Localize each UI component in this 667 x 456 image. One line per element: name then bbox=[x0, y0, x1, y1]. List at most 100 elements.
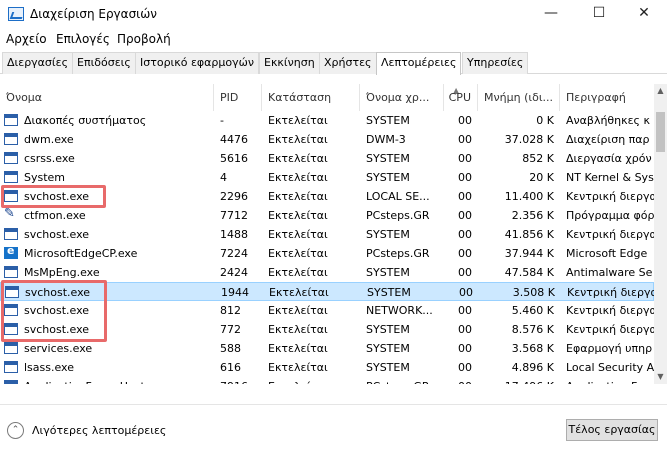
process-name: ctfmon.exe bbox=[24, 209, 86, 222]
process-status: Εκτελείται bbox=[268, 342, 328, 355]
title-bar: Διαχείριση Εργασιών — ☐ ✕ bbox=[0, 0, 667, 29]
tab-details[interactable]: Λεπτομέρειες bbox=[376, 52, 462, 75]
process-window-icon bbox=[4, 266, 18, 278]
chevron-up-icon[interactable]: ⌃ bbox=[7, 422, 24, 439]
process-cpu: 00 bbox=[458, 266, 472, 279]
table-row[interactable]: svchost.exe 1488 Εκτελείται SYSTEM 00 41.856 … bbox=[0, 225, 654, 244]
process-cpu: 00 bbox=[458, 342, 472, 355]
column-header-user[interactable]: Όνομα χρ... bbox=[360, 84, 444, 111]
process-pid: 1488 bbox=[220, 228, 248, 241]
column-header-memory[interactable]: Μνήμη (ιδι... bbox=[478, 84, 560, 111]
tab-startup[interactable]: Εκκίνηση bbox=[259, 52, 320, 74]
process-description: Κεντρική διεργα bbox=[566, 323, 654, 336]
process-memory: 41.856 K bbox=[504, 228, 554, 241]
process-description: Κεντρική διεργα bbox=[566, 304, 654, 317]
process-cpu: 00 bbox=[458, 304, 472, 317]
scroll-thumb[interactable] bbox=[656, 112, 665, 152]
process-memory: 17.496 K bbox=[478, 377, 554, 384]
process-window-icon bbox=[4, 228, 18, 240]
process-pid: 2296 bbox=[220, 190, 248, 203]
menu-options[interactable]: Επιλογές bbox=[56, 32, 110, 46]
column-header-cpu[interactable]: CPU bbox=[444, 84, 478, 111]
tab-services[interactable]: Υπηρεσίες bbox=[462, 52, 529, 74]
menu-file[interactable]: Αρχείο bbox=[6, 32, 47, 46]
menu-view[interactable]: Προβολή bbox=[117, 32, 171, 46]
column-header-name[interactable]: Όνομα bbox=[0, 84, 214, 111]
process-user: PCsteps.GR bbox=[366, 247, 430, 260]
tab-processes[interactable]: Διεργασίες bbox=[2, 52, 74, 74]
process-description: NT Kernel & Sys bbox=[566, 171, 654, 184]
process-window-icon bbox=[4, 133, 18, 145]
tab-app-history[interactable]: Ιστορικό εφαρμογών bbox=[135, 52, 260, 74]
process-status: Εκτελείται bbox=[268, 190, 328, 203]
process-status: Εκτελείται bbox=[268, 377, 358, 384]
close-button[interactable]: ✕ bbox=[621, 0, 667, 29]
process-user: PCsteps.GR bbox=[366, 209, 430, 222]
tab-users[interactable]: Χρήστες bbox=[319, 52, 377, 74]
process-description: Διαχείριση παρ bbox=[566, 133, 650, 146]
process-pid: 1944 bbox=[221, 286, 249, 299]
process-memory: 2.356 K bbox=[511, 209, 554, 222]
maximize-button[interactable]: ☐ bbox=[576, 0, 622, 29]
process-user: SYSTEM bbox=[366, 266, 410, 279]
process-window-icon bbox=[4, 342, 18, 354]
process-status: Εκτελείται bbox=[268, 323, 328, 336]
tab-performance[interactable]: Επιδόσεις bbox=[72, 52, 136, 74]
process-memory: 0 K bbox=[536, 114, 554, 127]
process-window-icon bbox=[4, 152, 18, 164]
column-header-status[interactable]: Κατάσταση bbox=[262, 84, 360, 111]
process-pid: 772 bbox=[220, 323, 241, 336]
table-row[interactable]: lsass.exe 616 Εκτελείται SYSTEM 00 4.896 K Loc… bbox=[0, 358, 654, 377]
scroll-up-icon[interactable]: ▲ bbox=[654, 84, 667, 98]
scroll-down-icon[interactable]: ▼ bbox=[654, 370, 667, 384]
process-description: Πρόγραμμα φόρ bbox=[566, 209, 654, 222]
minimize-button[interactable]: — bbox=[528, 0, 574, 29]
process-user: SYSTEM bbox=[366, 152, 410, 165]
table-row[interactable]: ApplicationFrameHost.exe 7916 Εκτελείται PC… bbox=[0, 377, 654, 384]
process-user: LOCAL SE... bbox=[366, 190, 430, 203]
task-manager-icon bbox=[8, 7, 24, 21]
process-description: Κεντρική διεργα bbox=[566, 190, 654, 203]
process-user: SYSTEM bbox=[367, 286, 411, 299]
process-memory: 8.576 K bbox=[511, 323, 554, 336]
process-pid: 7224 bbox=[220, 247, 248, 260]
process-window-icon bbox=[4, 171, 18, 183]
edge-icon bbox=[4, 244, 18, 259]
process-name: lsass.exe bbox=[24, 361, 74, 374]
process-pid: 7712 bbox=[220, 209, 248, 222]
process-user: SYSTEM bbox=[366, 361, 410, 374]
process-memory: 11.400 K bbox=[504, 190, 554, 203]
process-user: DWM-3 bbox=[366, 133, 406, 146]
column-header-pid[interactable]: PID bbox=[214, 84, 262, 111]
process-pid: 4476 bbox=[220, 133, 248, 146]
process-name: MicrosoftEdgeCP.exe bbox=[24, 247, 138, 260]
process-cpu: 00 bbox=[458, 152, 472, 165]
process-cpu: 00 bbox=[458, 228, 472, 241]
process-pid: 7916 bbox=[220, 377, 260, 384]
process-pid: 588 bbox=[220, 342, 241, 355]
process-memory: 5.460 K bbox=[511, 304, 554, 317]
vertical-scrollbar[interactable]: ▲ ▼ bbox=[654, 84, 667, 384]
process-description: Κεντρική διεργα bbox=[567, 286, 654, 299]
process-cpu: 00 bbox=[458, 247, 472, 260]
table-row[interactable]: ctfmon.exe 7712 Εκτελείται PCsteps.GR 00 2.35… bbox=[0, 206, 654, 225]
table-row[interactable]: MicrosoftEdgeCP.exe 7224 Εκτελείται PCsteps… bbox=[0, 244, 654, 263]
process-memory: 20 K bbox=[529, 171, 554, 184]
process-description: Κεντρική διεργα bbox=[566, 228, 654, 241]
table-row[interactable]: csrss.exe 5616 Εκτελείται SYSTEM 00 852 K Διερ… bbox=[0, 149, 654, 168]
fewer-details-link[interactable]: Λιγότερες λεπτομέρειες bbox=[32, 424, 166, 437]
table-row[interactable]: Διακοπές συστήματος - Εκτελείται SYSTEM 00 0 … bbox=[0, 111, 654, 130]
process-name: Διακοπές συστήματος bbox=[24, 114, 147, 127]
process-window-icon bbox=[4, 114, 18, 126]
process-pid: 812 bbox=[220, 304, 241, 317]
process-status: Εκτελείται bbox=[268, 304, 328, 317]
end-task-button[interactable]: Τέλος εργασίας bbox=[566, 419, 658, 441]
process-status: Εκτελείται bbox=[268, 266, 328, 279]
process-status: Εκτελείται bbox=[268, 247, 328, 260]
column-header-description[interactable]: Περιγραφή bbox=[560, 84, 654, 111]
process-user: SYSTEM bbox=[366, 114, 410, 127]
process-name: dwm.exe bbox=[24, 133, 74, 146]
process-memory: 852 K bbox=[522, 152, 554, 165]
table-row[interactable]: dwm.exe 4476 Εκτελείται DWM-3 00 37.028 K Διαχ… bbox=[0, 130, 654, 149]
process-description: Διεργασία χρόν bbox=[566, 152, 652, 165]
